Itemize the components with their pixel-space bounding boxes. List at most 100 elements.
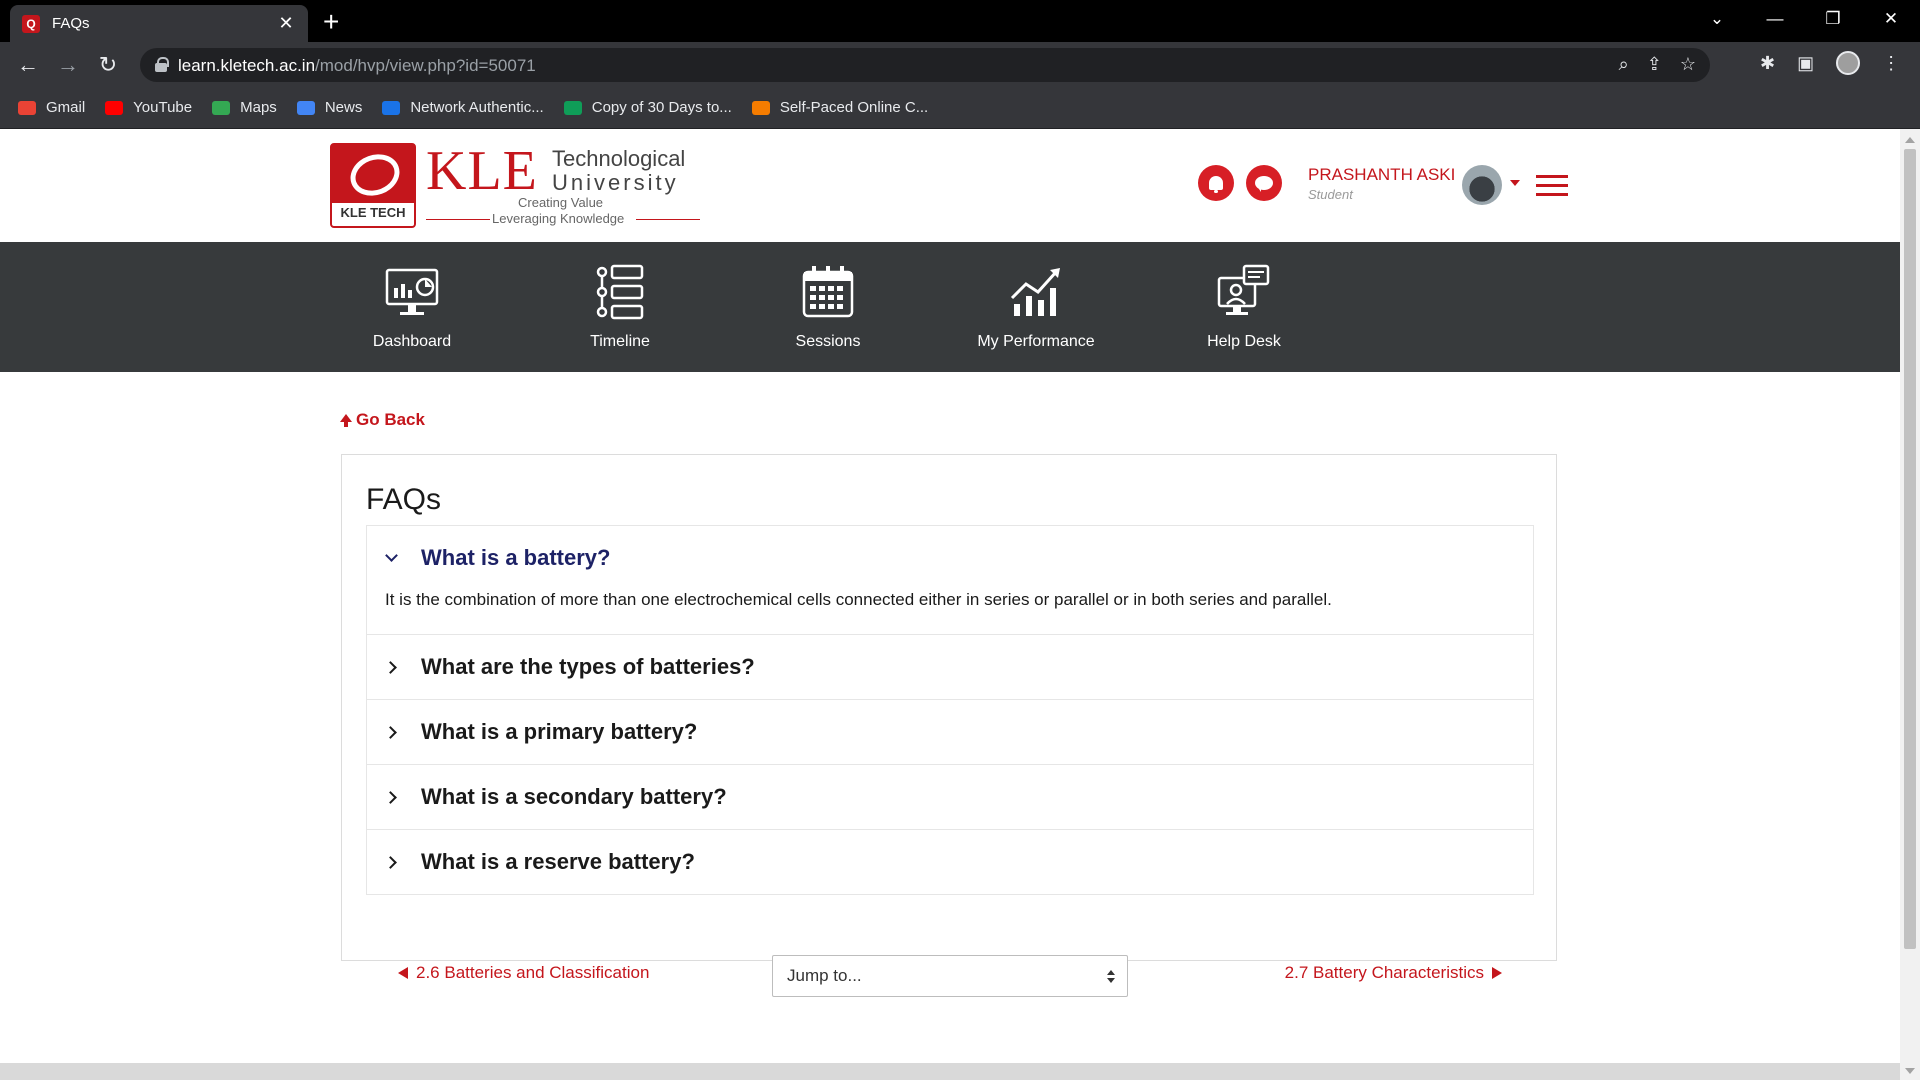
browser-tab-bar: Q FAQs ✕ + ⌄ — ❐ ✕: [0, 0, 1920, 42]
next-activity-link[interactable]: 2.7 Battery Characteristics: [1285, 963, 1502, 983]
faq-question-toggle[interactable]: What is a secondary battery?: [367, 765, 1533, 829]
faq-question-toggle[interactable]: What is a battery?: [367, 526, 1533, 590]
arrow-up-icon: [340, 414, 352, 427]
side-panel-icon[interactable]: ▣: [1797, 53, 1814, 74]
page-content: KLE TECH KLE Technological University Cr…: [0, 129, 1900, 1080]
nav-label: Timeline: [590, 333, 650, 350]
scrollbar-thumb[interactable]: [1904, 149, 1916, 949]
bookmark-gmail[interactable]: Gmail: [18, 99, 85, 116]
faq-question: What is a primary battery?: [421, 719, 698, 744]
page-scrollbar[interactable]: [1900, 129, 1920, 1080]
faq-accordion: What is a battery? It is the combination…: [366, 525, 1534, 895]
back-icon[interactable]: ←: [14, 51, 42, 79]
jump-to-select[interactable]: Jump to...: [772, 955, 1128, 997]
scroll-up-icon[interactable]: [1905, 137, 1915, 143]
faq-item: What is a battery? It is the combination…: [367, 526, 1533, 635]
nav-dashboard[interactable]: Dashboard: [322, 264, 502, 351]
address-bar[interactable]: learn.kletech.ac.in/mod/hvp/view.php?id=…: [140, 48, 1710, 82]
tab-title: FAQs: [52, 15, 90, 32]
previous-activity-link[interactable]: 2.6 Batteries and Classification: [398, 963, 649, 983]
dashboard-icon: [385, 268, 439, 315]
faq-question: What is a battery?: [421, 545, 611, 570]
faq-card: FAQs What is a battery? It is the combin…: [341, 454, 1557, 997]
bookmark-30-days[interactable]: Copy of 30 Days to...: [563, 99, 732, 116]
chevron-down-icon: [385, 552, 397, 564]
nav-help-desk[interactable]: Help Desk: [1154, 264, 1334, 351]
bookmark-maps[interactable]: Maps: [212, 99, 277, 116]
faq-item: What are the types of batteries?: [367, 635, 1533, 700]
minimize-icon[interactable]: —: [1746, 9, 1804, 29]
user-avatar[interactable]: [1462, 165, 1502, 205]
news-icon: [296, 100, 315, 115]
new-tab-icon[interactable]: +: [323, 6, 339, 38]
go-back-link[interactable]: Go Back: [340, 410, 425, 430]
maps-icon: [212, 100, 231, 115]
tab-close-icon[interactable]: ✕: [276, 13, 296, 34]
self-paced-icon: [751, 100, 770, 115]
site-header: KLE TECH KLE Technological University Cr…: [0, 129, 1900, 242]
faq-question-toggle[interactable]: What are the types of batteries?: [367, 635, 1533, 699]
close-window-icon[interactable]: ✕: [1862, 9, 1920, 29]
window-controls: ⌄ — ❐ ✕: [1688, 0, 1920, 38]
faq-question-toggle[interactable]: What is a reserve battery?: [367, 830, 1533, 894]
jump-to-value: Jump to...: [787, 966, 862, 985]
hamburger-menu-icon[interactable]: [1536, 175, 1568, 197]
nav-my-performance[interactable]: My Performance: [946, 264, 1126, 351]
faq-question-toggle[interactable]: What is a primary battery?: [367, 700, 1533, 764]
notifications-button[interactable]: [1198, 165, 1234, 201]
messages-button[interactable]: [1246, 165, 1282, 201]
scroll-down-icon[interactable]: [1905, 1068, 1915, 1074]
restore-icon[interactable]: ❐: [1804, 9, 1862, 29]
chat-icon: [1255, 176, 1273, 192]
share-icon[interactable]: ⇪: [1647, 54, 1662, 75]
bookmark-star-icon[interactable]: ☆: [1680, 54, 1696, 75]
select-arrows-icon: [1107, 970, 1115, 984]
triangle-left-icon: [398, 967, 408, 979]
kle-logo[interactable]: KLE TECH KLE Technological University Cr…: [330, 143, 700, 233]
logo-line1: Technological: [552, 146, 686, 171]
chevron-right-icon: [385, 856, 397, 868]
extensions-icon[interactable]: ✱: [1760, 53, 1775, 74]
user-name[interactable]: PRASHANTH ASKI: [1308, 165, 1455, 185]
network-auth-icon: [382, 100, 401, 115]
sheets-icon: [563, 100, 582, 115]
triangle-right-icon: [1492, 967, 1502, 979]
bookmark-news[interactable]: News: [296, 99, 362, 116]
reload-icon[interactable]: ↻: [94, 51, 122, 79]
lock-icon[interactable]: [155, 57, 169, 72]
browser-menu-icon[interactable]: ⋮: [1882, 53, 1900, 74]
calendar-icon: [802, 266, 854, 318]
forward-icon[interactable]: →: [54, 51, 82, 79]
caret-down-icon[interactable]: [1510, 180, 1520, 186]
bookmark-self-paced[interactable]: Self-Paced Online C...: [751, 99, 928, 116]
browser-toolbar: ← → ↻ learn.kletech.ac.in/mod/hvp/view.p…: [0, 42, 1920, 87]
faq-item: What is a reserve battery?: [367, 830, 1533, 894]
main-navigation: Dashboard Timeline Sessions My Performan…: [0, 242, 1900, 372]
activity-navigation: 2.6 Batteries and Classification Jump to…: [342, 945, 1558, 997]
zoom-icon[interactable]: ⌕: [1619, 54, 1629, 75]
faq-question: What is a secondary battery?: [421, 784, 727, 809]
profile-avatar[interactable]: [1836, 51, 1861, 75]
bookmark-network-auth[interactable]: Network Authentic...: [382, 99, 544, 116]
browser-tab[interactable]: Q FAQs ✕: [10, 5, 308, 42]
next-activity-label: 2.7 Battery Characteristics: [1284, 963, 1484, 982]
youtube-icon: [105, 100, 124, 115]
nav-label: Sessions: [795, 333, 861, 350]
bookmark-youtube[interactable]: YouTube: [105, 99, 192, 116]
help-desk-icon: [1217, 264, 1270, 315]
nav-timeline[interactable]: Timeline: [530, 264, 710, 351]
site-favicon-icon: Q: [22, 14, 40, 33]
performance-chart-icon: [1010, 268, 1060, 316]
nav-label: Dashboard: [372, 333, 452, 350]
url-text[interactable]: learn.kletech.ac.in/mod/hvp/view.php?id=…: [178, 56, 536, 76]
nav-sessions[interactable]: Sessions: [738, 264, 918, 351]
faq-item: What is a secondary battery?: [367, 765, 1533, 830]
bookmarks-bar: Gmail YouTube Maps News Network Authenti…: [0, 87, 1920, 129]
timeline-icon: [596, 264, 644, 320]
faq-item: What is a primary battery?: [367, 700, 1533, 765]
nav-label: My Performance: [977, 333, 1095, 350]
tab-search-icon[interactable]: ⌄: [1688, 9, 1746, 29]
kle-logo-mark: KLE TECH: [330, 143, 416, 228]
faq-question: What are the types of batteries?: [421, 654, 755, 679]
faq-answer: It is the combination of more than one e…: [385, 590, 1332, 609]
